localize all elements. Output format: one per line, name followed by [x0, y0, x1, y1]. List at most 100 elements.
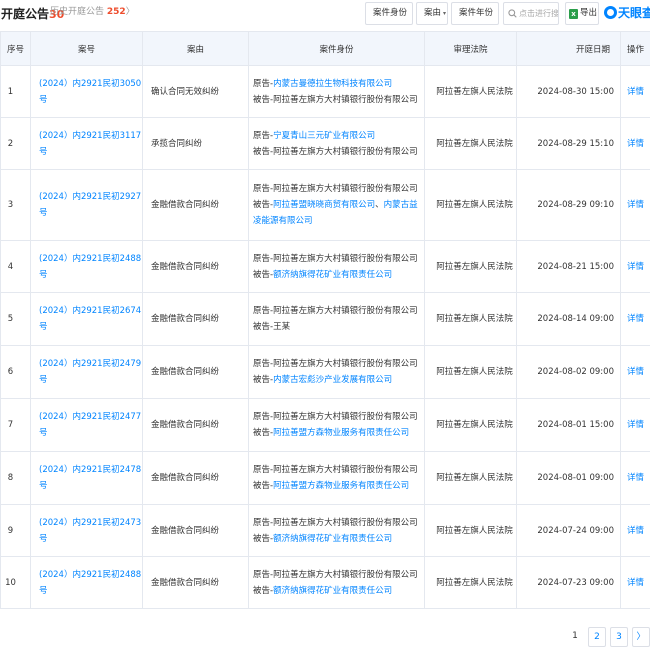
defendant-line: 被告-王某 — [253, 319, 424, 335]
history-link[interactable]: 历史开庭公告 252〉 — [50, 5, 135, 19]
next-page-chevron-icon[interactable]: 〉 — [632, 627, 650, 647]
case-number-link[interactable]: (2024）内2921民初2674号 — [30, 292, 143, 346]
page-2[interactable]: 2 — [588, 627, 606, 647]
plaintiff-link[interactable]: 内蒙古曼德拉生物科技有限公司 — [273, 79, 392, 89]
page-3[interactable]: 3 — [610, 627, 628, 647]
plaintiff-prefix: 原告- — [253, 465, 274, 475]
search-placeholder: 点击进行搜索 — [519, 9, 559, 18]
court-name: 阿拉善左旗人民法院 — [424, 345, 517, 399]
defendant-link[interactable]: 内蒙古宏彪沙产业发展有限公司 — [273, 375, 392, 385]
details-link[interactable]: 详情 — [620, 345, 650, 399]
hearing-date: 2024-07-24 09:00 — [516, 504, 621, 557]
plaintiff-name: 阿拉善左旗方大村镇银行股份有限公司 — [273, 184, 418, 194]
filter-case-identity[interactable]: 案件身份▾ — [365, 2, 413, 38]
details-link[interactable]: 详情 — [620, 65, 650, 118]
plaintiff-link[interactable]: 宁夏青山三元矿业有限公司 — [273, 131, 375, 141]
defendant-link[interactable]: 额济纳旗得花矿业有限责任公司 — [273, 270, 392, 280]
details-link[interactable]: 详情 — [620, 556, 650, 609]
table-row: 9 (2024）内2921民初2473号 金融借款合同纠纷 原告-阿拉善左旗方大… — [0, 504, 650, 557]
chevron-down-icon: ▾ — [443, 10, 447, 17]
case-parties: 原告-阿拉善左旗方大村镇银行股份有限公司 被告-王某 — [248, 292, 425, 346]
case-parties: 原告-宁夏青山三元矿业有限公司 被告-阿拉善左旗方大村镇银行股份有限公司 — [248, 117, 425, 170]
row-index: 5 — [0, 292, 31, 346]
page-1[interactable]: 1 — [566, 627, 584, 647]
plaintiff-line: 原告-阿拉善左旗方大村镇银行股份有限公司 — [253, 356, 424, 372]
plaintiff-line: 原告-阿拉善左旗方大村镇银行股份有限公司 — [253, 181, 424, 197]
history-label: 历史开庭公告 — [50, 7, 105, 17]
export-button[interactable]: x 导出 — [565, 2, 599, 25]
case-number-link[interactable]: (2024）内2921民初2488号 — [30, 240, 143, 293]
row-index: 6 — [0, 345, 31, 399]
row-index: 1 — [0, 65, 31, 118]
case-number-link[interactable]: (2024）内2921民初3117号 — [30, 117, 143, 170]
details-link[interactable]: 详情 — [620, 504, 650, 557]
case-reason: 确认合同无效纠纷 — [142, 65, 249, 118]
court-name: 阿拉善左旗人民法院 — [424, 398, 517, 452]
plaintiff-name: 阿拉善左旗方大村镇银行股份有限公司 — [273, 569, 418, 580]
case-parties: 原告-内蒙古曼德拉生物科技有限公司 被告-阿拉善左旗方大村镇银行股份有限公司 — [248, 65, 425, 118]
case-number-link[interactable]: (2024）内2921民初2473号 — [30, 504, 143, 557]
table-header-row: 序号 案号 案由 案件身份 审理法院 开庭日期 操作 — [0, 31, 650, 66]
case-number-link[interactable]: (2024）内2921民初3050号 — [30, 65, 143, 118]
row-index: 7 — [0, 398, 31, 452]
search-input[interactable]: 点击进行搜索 — [503, 2, 559, 25]
plaintiff-prefix: 原告- — [253, 412, 274, 422]
court-notice-table: 序号 案号 案由 案件身份 审理法院 开庭日期 操作 1 (2024）内2921… — [0, 31, 650, 609]
filter-case-reason[interactable]: 案由 ▾ — [416, 2, 448, 25]
defendant-prefix: 被告- — [253, 375, 274, 385]
details-link[interactable]: 详情 — [620, 292, 650, 346]
case-number-link[interactable]: (2024）内2921民初2477号 — [30, 398, 143, 452]
case-parties: 原告-阿拉善左旗方大村镇银行股份有限公司 被告-内蒙古宏彪沙产业发展有限公司 — [248, 345, 425, 399]
column-header-reason: 案由 — [142, 31, 249, 66]
court-name: 阿拉善左旗人民法院 — [424, 556, 517, 609]
court-name: 阿拉善左旗人民法院 — [424, 65, 517, 118]
case-parties: 原告-阿拉善左旗方大村镇银行股份有限公司 被告-阿拉善盟方森物业服务有限责任公司 — [248, 451, 425, 505]
plaintiff-prefix: 原告- — [253, 517, 274, 528]
defendant-prefix: 被告- — [253, 481, 274, 491]
defendant-line: 被告-内蒙古宏彪沙产业发展有限公司 — [253, 372, 424, 388]
table-row: 5 (2024）内2921民初2674号 金融借款合同纠纷 原告-阿拉善左旗方大… — [0, 292, 650, 346]
court-name: 阿拉善左旗人民法院 — [424, 169, 517, 241]
table-row: 10 (2024）内2921民初2488号 金融借款合同纠纷 原告-阿拉善左旗方… — [0, 556, 650, 609]
case-reason: 金融借款合同纠纷 — [142, 292, 249, 346]
plaintiff-prefix: 原告- — [253, 569, 274, 580]
table-row: 6 (2024）内2921民初2479号 金融借款合同纠纷 原告-阿拉善左旗方大… — [0, 345, 650, 399]
case-parties: 原告-阿拉善左旗方大村镇银行股份有限公司 被告-额济纳旗得花矿业有限责任公司 — [248, 240, 425, 293]
details-link[interactable]: 详情 — [620, 398, 650, 452]
details-link[interactable]: 详情 — [620, 169, 650, 241]
case-parties: 原告-阿拉善左旗方大村镇银行股份有限公司 被告-额济纳旗得花矿业有限责任公司 — [248, 556, 425, 609]
plaintiff-prefix: 原告- — [253, 306, 274, 316]
plaintiff-prefix: 原告- — [253, 253, 274, 264]
defendant-link[interactable]: 额济纳旗得花矿业有限责任公司 — [273, 586, 392, 596]
filter-label: 案件身份 — [373, 8, 408, 18]
case-reason: 金融借款合同纠纷 — [142, 398, 249, 452]
details-link[interactable]: 详情 — [620, 451, 650, 505]
filter-label: 案件年份 — [459, 8, 494, 18]
details-link[interactable]: 详情 — [620, 240, 650, 293]
details-link[interactable]: 详情 — [620, 117, 650, 170]
hearing-date: 2024-08-01 15:00 — [516, 398, 621, 452]
hearing-date: 2024-08-29 15:10 — [516, 117, 621, 170]
row-index: 3 — [0, 169, 31, 241]
defendant-name: 王某 — [273, 322, 291, 332]
export-label: 导出 — [580, 8, 598, 18]
table-row: 1 (2024）内2921民初3050号 确认合同无效纠纷 原告-内蒙古曼德拉生… — [0, 65, 650, 118]
case-reason: 金融借款合同纠纷 — [142, 556, 249, 609]
defendant-line: 被告-额济纳旗得花矿业有限责任公司 — [253, 583, 424, 599]
defendant-link[interactable]: 阿拉善盟晓晓商贸有限公司 — [273, 200, 375, 210]
case-number-link[interactable]: (2024）内2921民初2927号 — [30, 169, 143, 241]
table-row: 8 (2024）内2921民初2478号 金融借款合同纠纷 原告-阿拉善左旗方大… — [0, 451, 650, 505]
defendant-link[interactable]: 额济纳旗得花矿业有限责任公司 — [273, 534, 392, 544]
defendant-link[interactable]: 阿拉善盟方森物业服务有限责任公司 — [273, 481, 409, 491]
case-number-link[interactable]: (2024）内2921民初2478号 — [30, 451, 143, 505]
plaintiff-name: 阿拉善左旗方大村镇银行股份有限公司 — [273, 517, 418, 528]
defendant-line: 被告-额济纳旗得花矿业有限责任公司 — [253, 267, 424, 283]
case-number-link[interactable]: (2024）内2921民初2479号 — [30, 345, 143, 399]
excel-icon: x — [569, 9, 578, 19]
case-parties: 原告-阿拉善左旗方大村镇银行股份有限公司 被告-阿拉善盟方森物业服务有限责任公司 — [248, 398, 425, 452]
brand-name: 天眼查 — [618, 6, 650, 20]
filter-label: 案由 — [424, 8, 442, 18]
defendant-link[interactable]: 阿拉善盟方森物业服务有限责任公司 — [273, 428, 409, 438]
filter-case-year[interactable]: 案件年份▾ — [451, 2, 499, 38]
case-number-link[interactable]: (2024）内2921民初2488号 — [30, 556, 143, 609]
